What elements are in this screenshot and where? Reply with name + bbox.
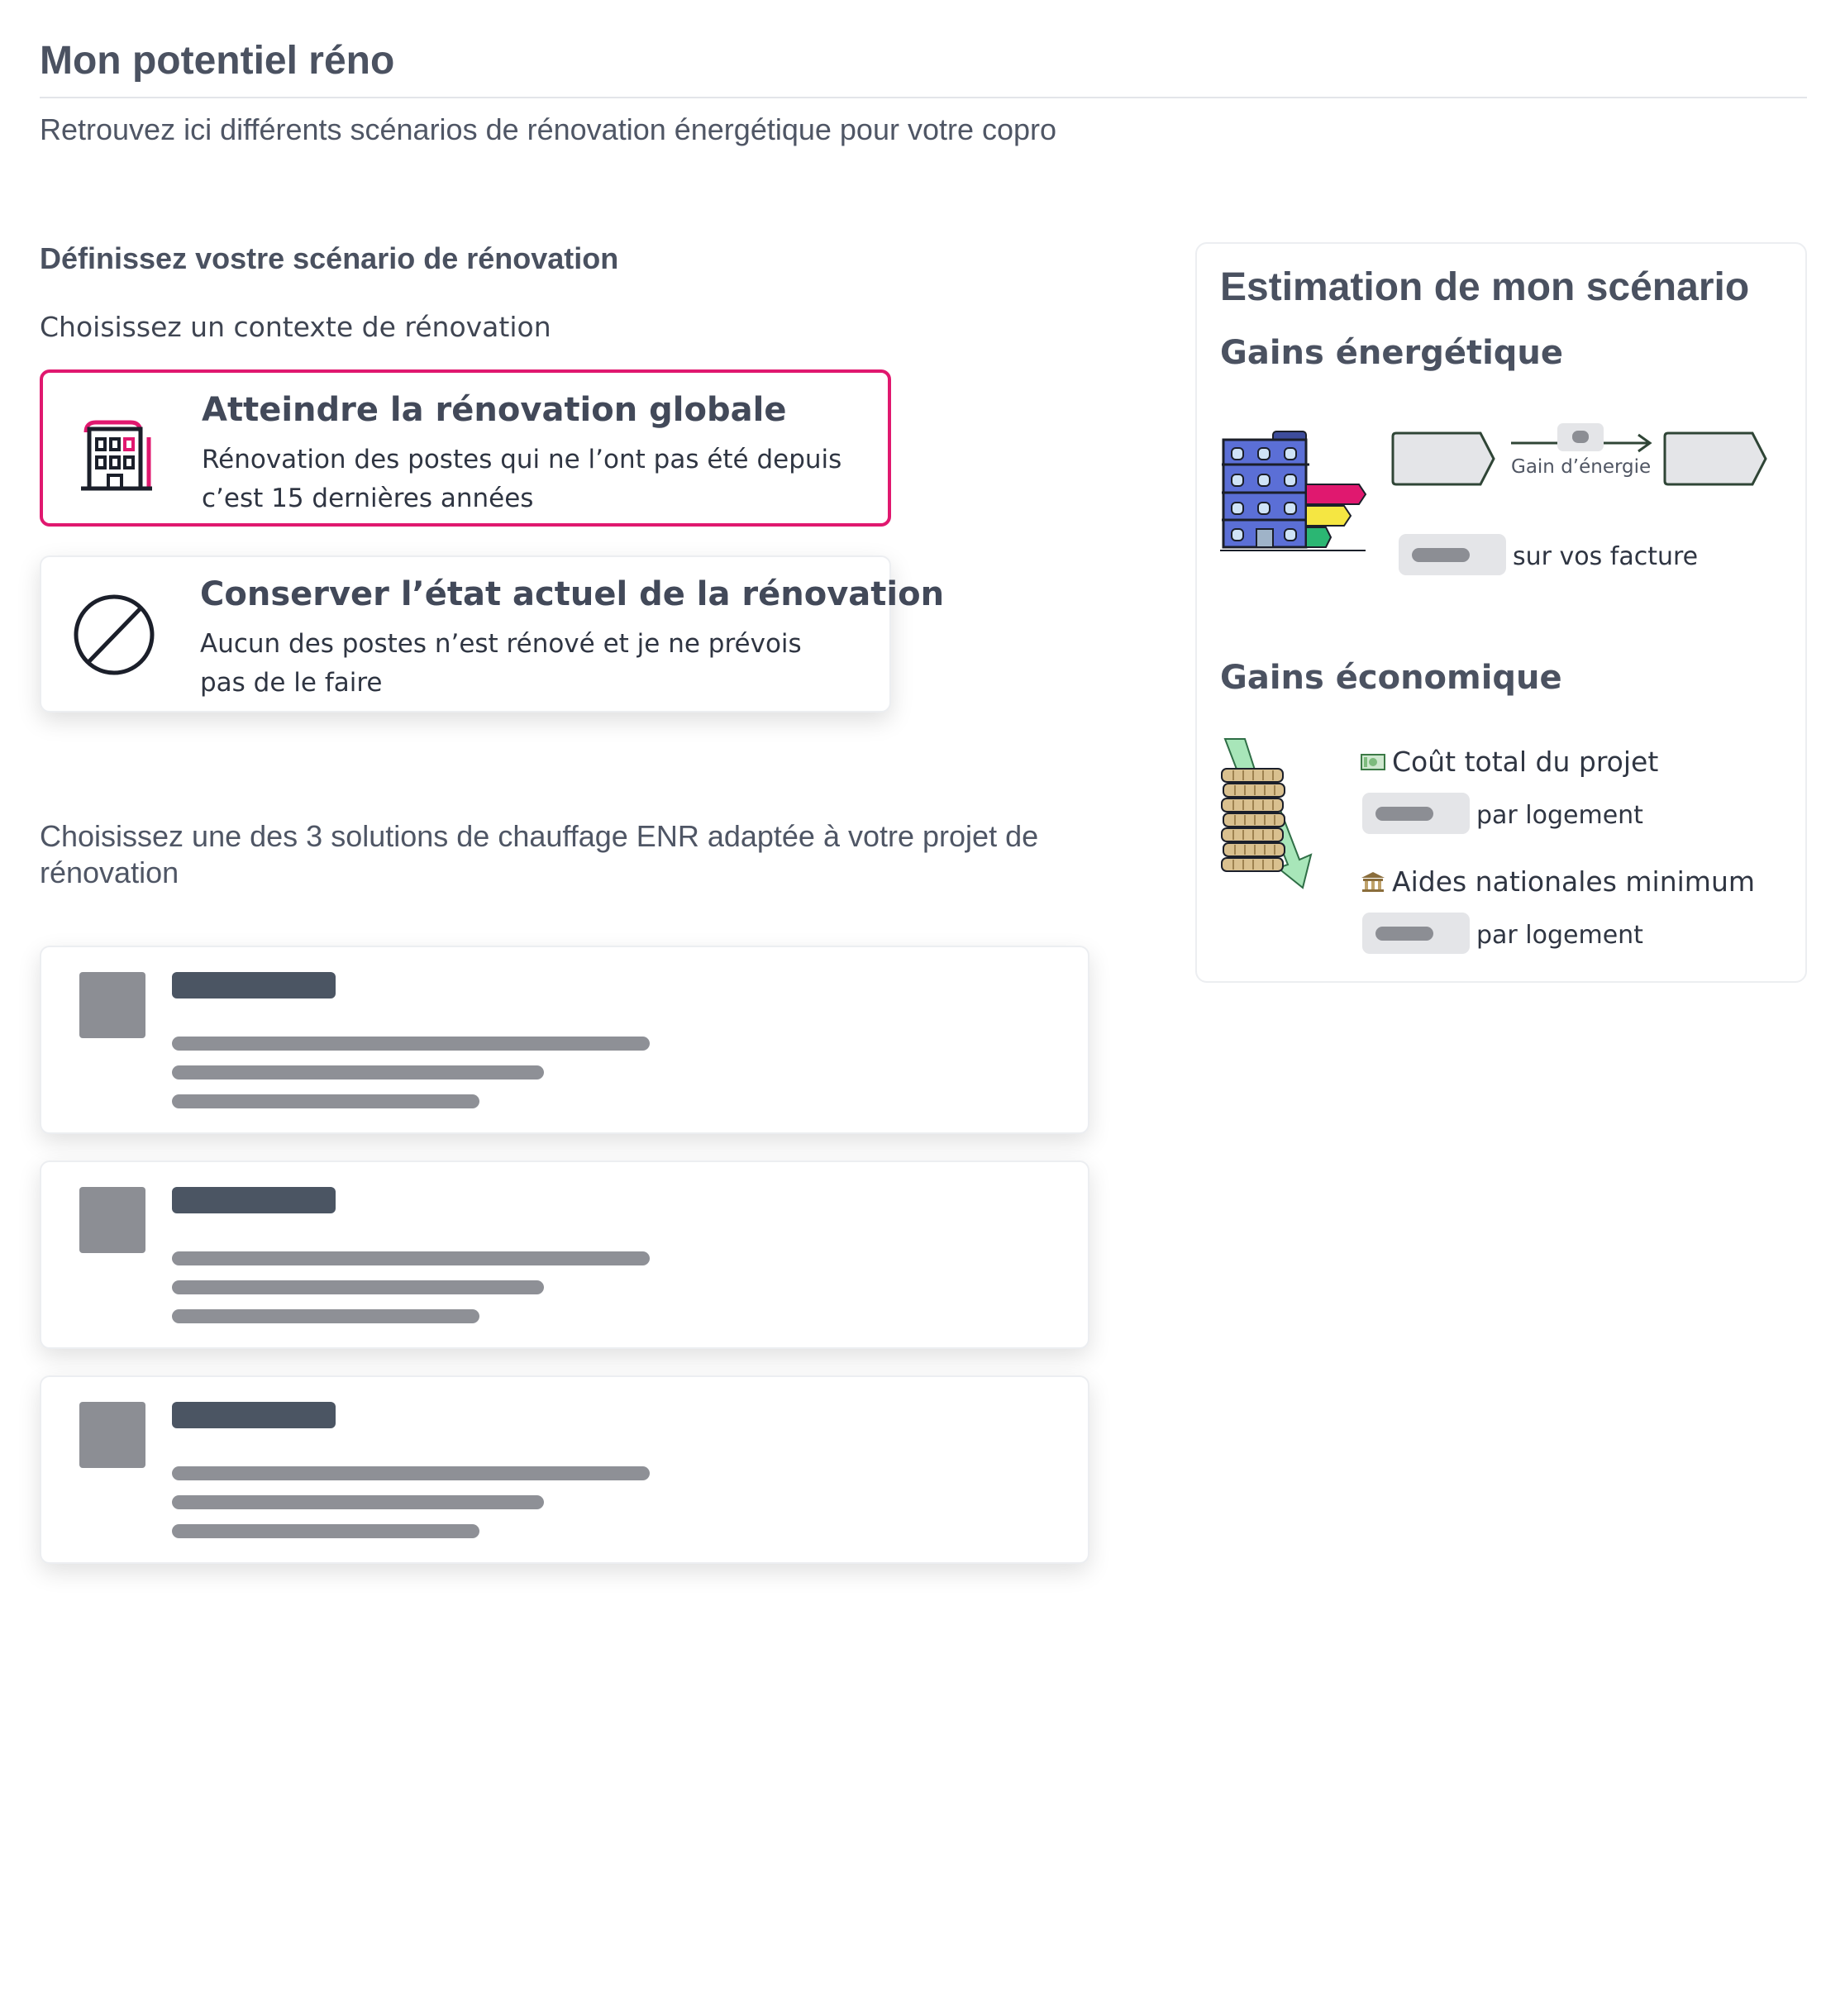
skeleton-title [172,1402,336,1428]
option-renovation-globale[interactable]: Atteindre la rénovation globale Rénovati… [40,369,891,527]
enr-solution-card-loading[interactable] [40,1161,1089,1349]
title-divider [40,97,1807,98]
skeleton-title [172,972,336,998]
enr-solution-card-loading[interactable] [40,1375,1089,1564]
total-cost-unit: par logement [1476,801,1643,830]
total-cost-label: Coût total du projet [1392,746,1659,778]
energy-gains-title: Gains énergétique [1220,334,1564,372]
option-description: Rénovation des postes qui ne l’ont pas é… [202,445,842,513]
energy-class-after [1663,431,1769,486]
estimation-title: Estimation de mon scénario [1220,265,1750,309]
national-aid-label-row: Aides nationales minimum [1361,865,1755,898]
option-title: Conserver l’état actuel de la rénovation [200,575,945,613]
enr-section-title: Choisissez une des 3 solutions de chauff… [40,819,1039,889]
option-title: Atteindre la rénovation globale [202,391,787,429]
skeleton-line [172,1280,544,1294]
national-aid-value [1362,913,1470,954]
enr-solution-card-loading[interactable] [40,946,1089,1134]
energy-gain-arrow-icon [1509,422,1655,455]
prohibited-icon [71,592,162,683]
skeleton-thumbnail [79,972,145,1038]
skeleton-thumbnail [79,1187,145,1253]
total-cost-value [1362,793,1470,834]
context-label: Choisissez un contexte de rénovation [40,311,551,343]
skeleton-thumbnail [79,1402,145,1468]
option-conserver-etat-actuel[interactable]: Conserver l’état actuel de la rénovation… [40,555,944,713]
skeleton-line [172,1495,544,1509]
page-title: Mon potentiel réno [40,39,395,83]
bill-savings-value [1399,534,1506,575]
bank-icon [1361,867,1385,892]
skeleton-line [172,1251,650,1265]
skeleton-line [172,1466,650,1480]
skeleton-title [172,1187,336,1213]
energy-class-before [1391,431,1497,486]
total-cost-label-row: Coût total du projet [1361,746,1658,778]
coins-down-arrow-icon [1217,736,1341,893]
skeleton-line [172,1065,544,1079]
scenario-section-title: Définissez vostre scénario de rénovation [40,241,619,275]
skeleton-line [172,1094,479,1108]
skeleton-line [172,1309,479,1323]
energy-gain-label: Gain d’énergie [1511,456,1652,478]
economic-gains-title: Gains économique [1220,659,1562,697]
bill-savings-label: sur vos facture [1513,542,1699,571]
building-icon [73,407,164,498]
page-subtitle: Retrouvez ici différents scénarios de ré… [40,112,1057,146]
money-icon [1361,747,1385,770]
skeleton-line [172,1037,650,1051]
option-description: Aucun des postes n’est rénové et je ne p… [200,629,802,698]
building-energy-label-icon [1220,427,1369,567]
national-aid-unit: par logement [1476,921,1643,950]
national-aid-label: Aides nationales minimum [1392,865,1756,898]
skeleton-line [172,1524,479,1538]
